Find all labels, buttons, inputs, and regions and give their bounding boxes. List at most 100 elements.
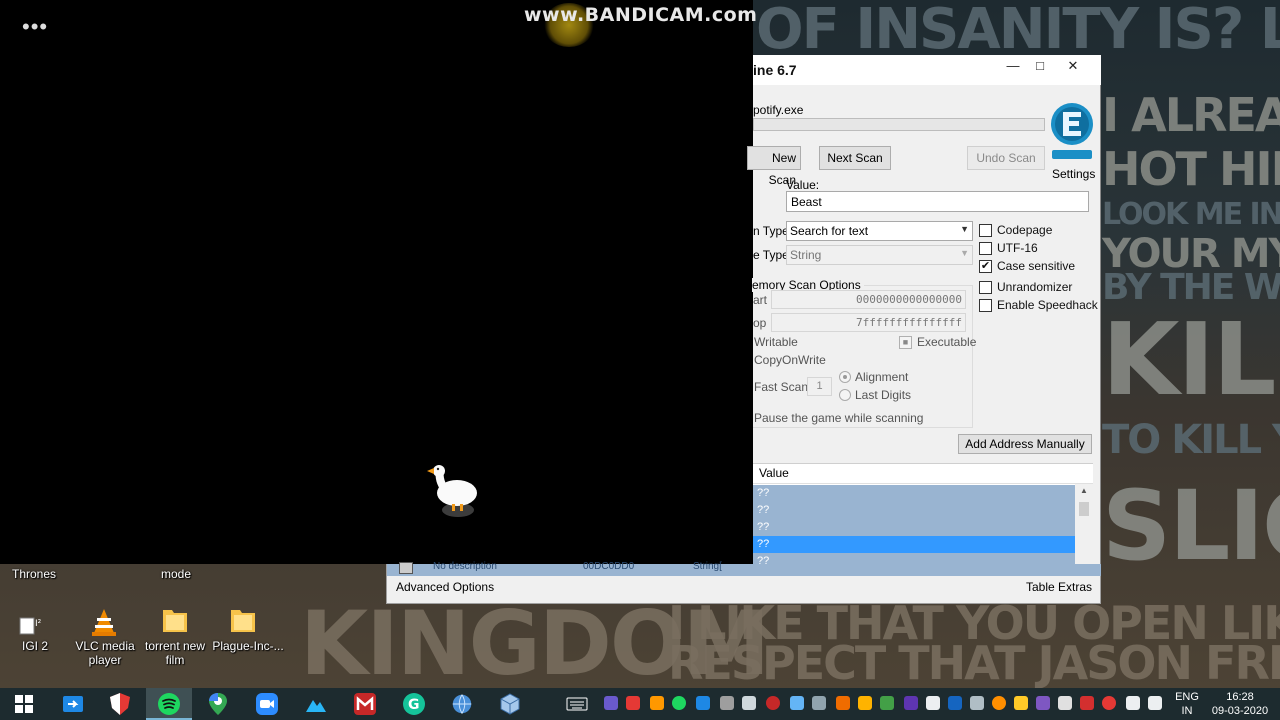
utf16-checkbox[interactable]: UTF-16 (979, 241, 1038, 255)
scan-results-list[interactable]: Value ?? ?? ?? ?? ?? ▲ ▼ (753, 463, 1093, 576)
igi2-app-icon[interactable]: I² (18, 614, 50, 638)
fast-scan-value-field[interactable]: 1 (807, 377, 832, 396)
speedhack-label: Enable Speedhack (997, 298, 1098, 312)
grammarly-icon[interactable]: G (402, 692, 426, 716)
wallpaper-text: I ALREADY (1102, 88, 1280, 142)
writable-option[interactable]: Writable (754, 335, 798, 349)
onenote-icon[interactable] (1036, 696, 1050, 710)
system-clock[interactable]: 16:28 09-03-2020 (1206, 690, 1274, 718)
scroll-up-icon[interactable]: ▲ (1075, 484, 1093, 498)
value-input[interactable]: Beast (786, 191, 1089, 212)
value-type-select[interactable]: String ▼ (786, 245, 973, 265)
executable-checkbox[interactable]: ■ Executable (899, 335, 976, 349)
unrandomizer-checkbox[interactable]: Unrandomizer (979, 280, 1072, 294)
value-type-label: e Type (753, 248, 789, 262)
tray-app-icon[interactable] (1014, 696, 1028, 710)
mcafee-tray-icon[interactable] (1080, 696, 1094, 710)
globe-browser-icon[interactable] (450, 692, 474, 716)
fast-scan-option[interactable]: Fast Scan (754, 380, 808, 394)
tray-app-icon[interactable] (720, 696, 734, 710)
file-transfer-app-icon[interactable] (61, 692, 85, 716)
tray-app-icon[interactable] (836, 696, 850, 710)
new-scan-button[interactable]: New Scan (747, 146, 801, 187)
last-digits-radio[interactable]: Last Digits (839, 388, 911, 402)
desktop-icon-thrones-label[interactable]: Thrones (8, 567, 60, 581)
list-item[interactable]: ?? (753, 485, 1075, 502)
language-indicator[interactable]: ENG IN (1172, 690, 1202, 718)
list-item[interactable]: ?? (753, 519, 1075, 536)
desktop-icon-mode-label[interactable]: mode (150, 567, 202, 581)
scan-type-select[interactable]: Search for text ▼ (786, 221, 973, 241)
close-icon[interactable]: ✕ (1058, 55, 1088, 77)
minimize-icon[interactable]: — (998, 55, 1028, 77)
maps-pin-icon[interactable] (206, 692, 230, 716)
alignment-label: Alignment (855, 370, 909, 384)
codepage-checkbox[interactable]: Codepage (979, 223, 1052, 237)
copy-on-write-option[interactable]: CopyOnWrite (754, 353, 826, 367)
tray-app-icon[interactable] (604, 696, 618, 710)
tray-app-icon[interactable] (812, 696, 826, 710)
volume-icon[interactable] (1148, 696, 1162, 710)
record-tray-icon[interactable] (766, 696, 780, 710)
link-tray-icon[interactable] (742, 696, 756, 710)
scroll-thumb[interactable] (1079, 502, 1089, 516)
maximize-icon[interactable]: □ (1025, 55, 1055, 77)
settings-link[interactable]: Settings (1052, 167, 1095, 181)
more-options-icon[interactable]: ••• (22, 16, 48, 38)
tray-app-icon[interactable] (858, 696, 872, 710)
torrent-label-line1: torrent new (144, 639, 206, 653)
radio-icon (839, 389, 851, 401)
list-item-selected[interactable]: ?? (753, 536, 1075, 553)
pause-game-option[interactable]: Pause the game while scanning (754, 411, 923, 425)
folder-icon[interactable] (160, 604, 190, 636)
value-column-header[interactable]: Value (753, 464, 1093, 484)
folder-icon[interactable] (228, 604, 258, 636)
zoom-icon[interactable] (255, 692, 279, 716)
battery-icon[interactable] (1058, 696, 1072, 710)
mountain-app-icon[interactable] (304, 692, 328, 716)
add-address-manually-button[interactable]: Add Address Manually (958, 434, 1092, 454)
chevron-down-icon: ▼ (960, 248, 969, 258)
tray-app-icon[interactable] (992, 696, 1006, 710)
address-table-row[interactable]: No description 00DC0DD0 String[ (387, 561, 1101, 576)
virtualbox-cube-icon[interactable] (498, 692, 522, 716)
spotify-tray-icon[interactable] (672, 696, 686, 710)
windows-start-icon[interactable] (12, 692, 36, 716)
bluetooth-icon[interactable] (948, 696, 962, 710)
speedhack-checkbox[interactable]: Enable Speedhack (979, 298, 1098, 312)
desktop-icon-torrent-label[interactable]: torrent new film (140, 639, 210, 667)
stop-address-field[interactable]: 7fffffffffffffff (771, 313, 966, 332)
tray-app-icon[interactable] (696, 696, 710, 710)
desktop-icon-vlc-label[interactable]: VLC media player (70, 639, 140, 667)
tray-app-icon[interactable] (650, 696, 664, 710)
tray-app-icon[interactable] (970, 696, 984, 710)
wifi-icon[interactable] (1126, 696, 1140, 710)
case-sensitive-checkbox[interactable]: ✔ Case sensitive (979, 259, 1075, 273)
undo-scan-button[interactable]: Undo Scan (967, 146, 1045, 170)
tray-app-icon[interactable] (904, 696, 918, 710)
mcafee-icon[interactable] (353, 692, 377, 716)
next-scan-button[interactable]: Next Scan (819, 146, 891, 170)
desktop-icon-plague-label[interactable]: Plague-Inc-... (208, 639, 288, 653)
antivirus-tray-icon[interactable] (626, 696, 640, 710)
antivirus-shield-icon[interactable] (108, 692, 132, 716)
advanced-options-link[interactable]: Advanced Options (396, 580, 494, 594)
desktop-icon-igi2-label[interactable]: IGI 2 (10, 639, 60, 653)
start-label: art (753, 293, 768, 307)
row-description: No description (433, 561, 497, 572)
table-extras-link[interactable]: Table Extras (1026, 580, 1092, 594)
clock-time: 16:28 (1226, 691, 1254, 703)
list-item[interactable]: ?? (753, 502, 1075, 519)
scan-progress-bar (753, 118, 1045, 131)
network-tray-icon[interactable] (1102, 696, 1116, 710)
tray-app-icon[interactable] (926, 696, 940, 710)
spotify-icon[interactable] (157, 692, 181, 716)
cheat-engine-logo-icon[interactable] (1049, 100, 1095, 162)
alignment-radio[interactable]: Alignment (839, 370, 908, 384)
start-address-field[interactable]: 0000000000000000 (771, 290, 966, 309)
keyboard-icon[interactable] (566, 692, 588, 716)
tray-app-icon[interactable] (880, 696, 894, 710)
tray-app-icon[interactable] (790, 696, 804, 710)
vlc-cone-icon[interactable] (88, 606, 120, 638)
results-scrollbar[interactable]: ▲ ▼ (1075, 484, 1093, 576)
